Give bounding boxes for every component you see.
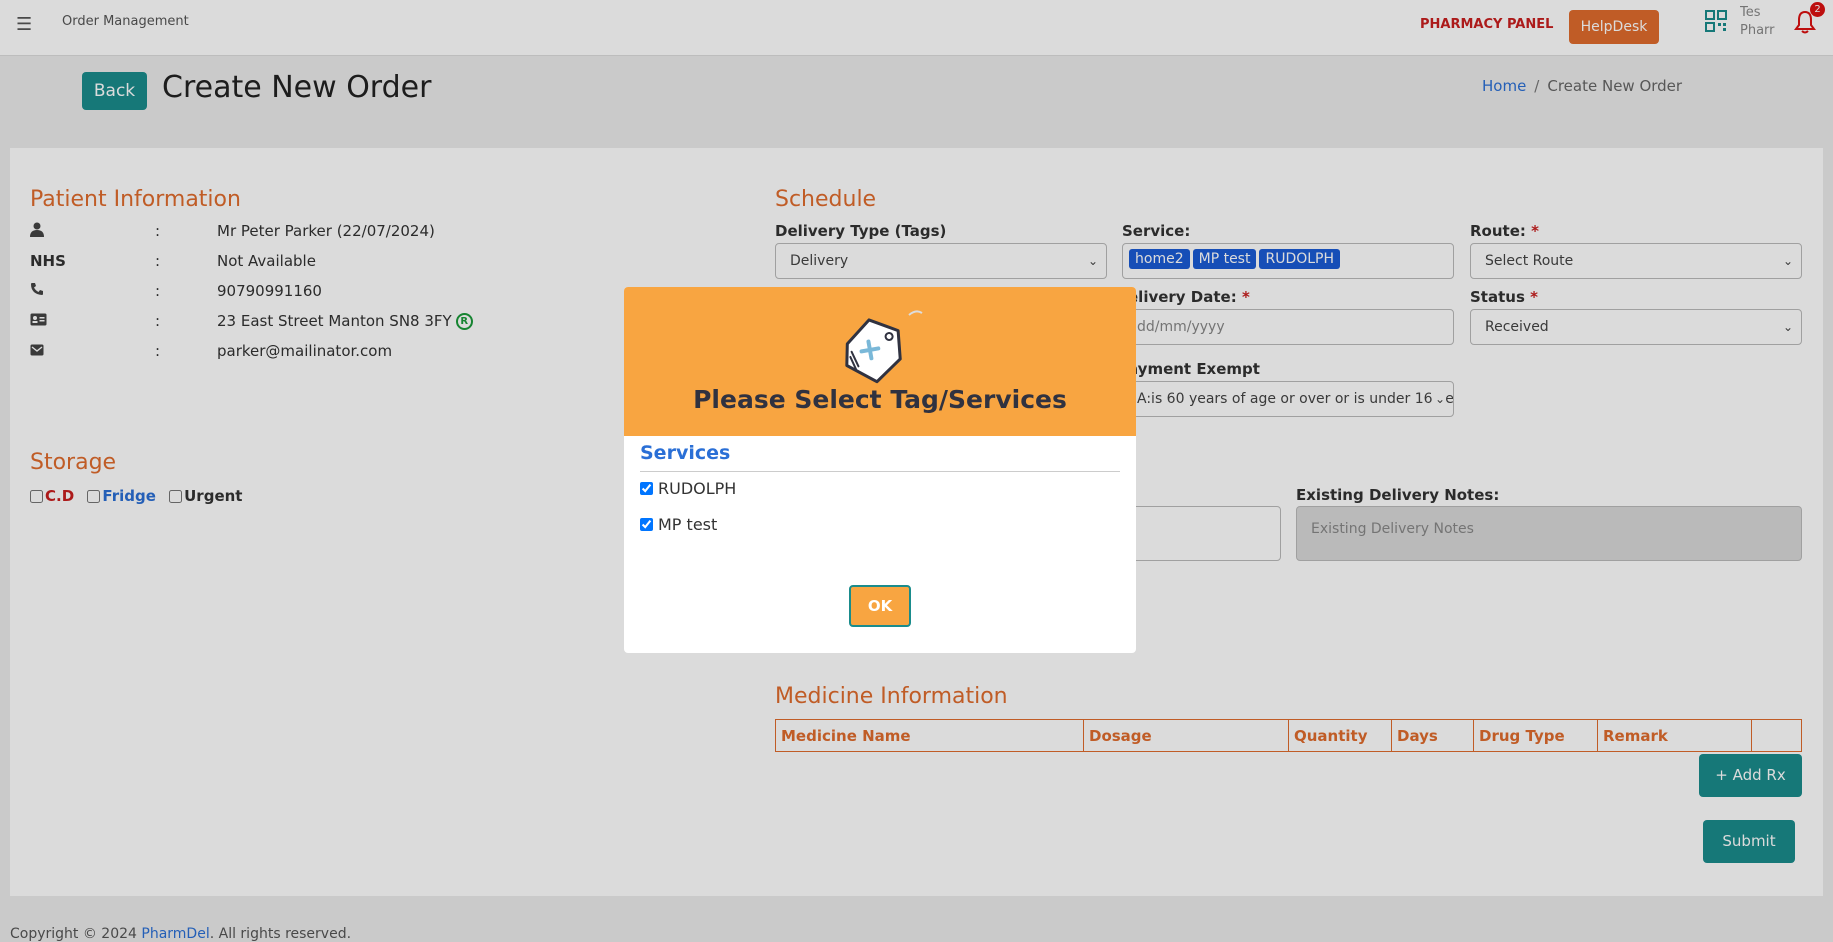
modal-header: Please Select Tag/Services	[624, 287, 1136, 436]
divider	[640, 471, 1120, 472]
services-heading: Services	[640, 442, 731, 464]
service-option-rudolph[interactable]: RUDOLPH	[640, 479, 736, 498]
service-checkbox[interactable]	[640, 518, 653, 531]
service-option-label: MP test	[658, 515, 718, 534]
service-option-label: RUDOLPH	[658, 479, 737, 498]
ok-button[interactable]: OK	[849, 585, 911, 627]
select-services-modal: Please Select Tag/Services Services RUDO…	[624, 287, 1136, 653]
service-option-mp-test[interactable]: MP test	[640, 515, 717, 534]
price-tag-icon	[845, 310, 923, 384]
service-checkbox[interactable]	[640, 482, 653, 495]
modal-title: Please Select Tag/Services	[693, 385, 1067, 414]
